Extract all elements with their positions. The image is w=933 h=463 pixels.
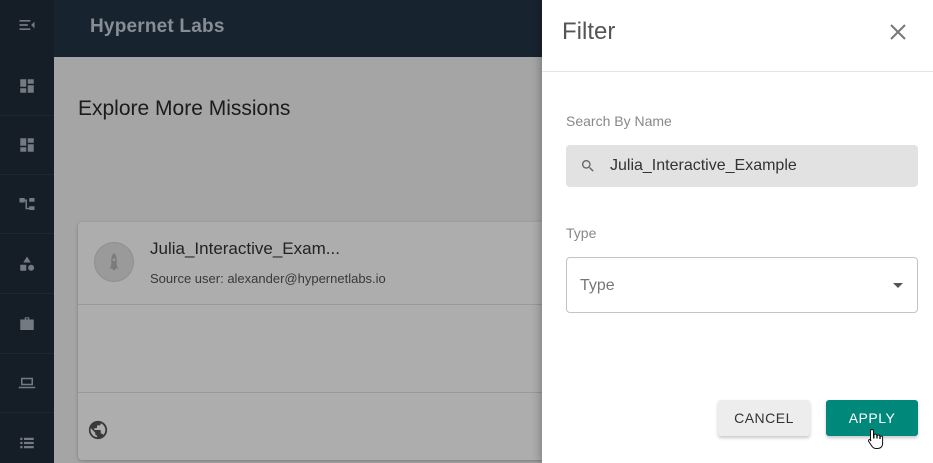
hand-cursor-icon <box>868 428 884 449</box>
drawer-header: Filter <box>542 0 933 72</box>
close-icon <box>890 24 906 40</box>
search-label: Search By Name <box>566 113 672 129</box>
type-label: Type <box>566 225 597 241</box>
close-button[interactable] <box>884 18 912 46</box>
chevron-down-icon <box>893 283 903 288</box>
search-field[interactable] <box>566 145 918 187</box>
type-select-placeholder: Type <box>580 277 615 294</box>
search-input[interactable] <box>610 145 910 187</box>
search-icon <box>580 158 596 174</box>
type-select[interactable]: Type <box>566 257 918 313</box>
cancel-button[interactable]: CANCEL <box>718 400 810 436</box>
drawer-title: Filter <box>562 18 616 45</box>
filter-drawer: Filter Search By Name Type Type CANCEL A… <box>542 0 933 463</box>
